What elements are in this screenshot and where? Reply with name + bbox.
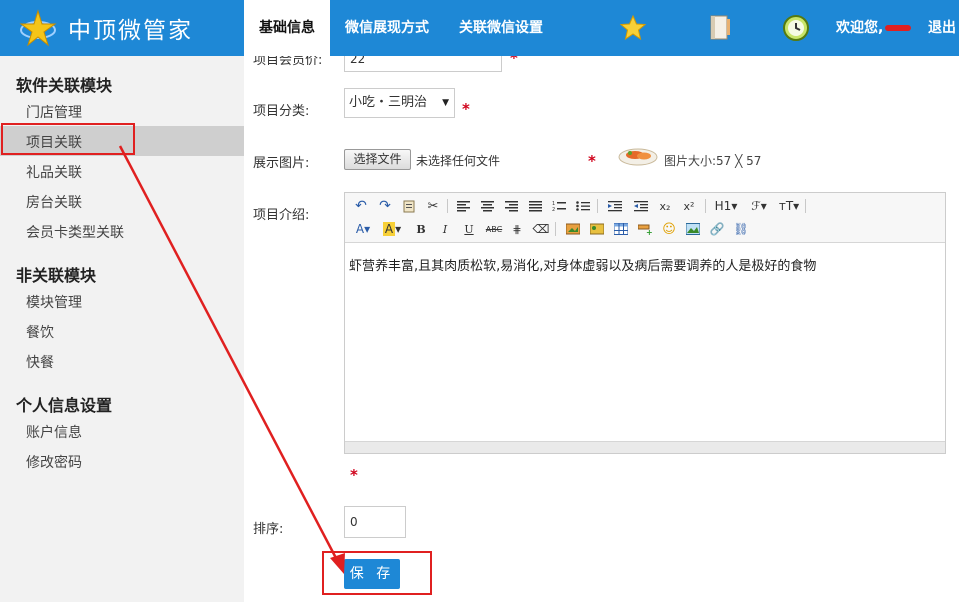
annotation-arrow [118, 145, 345, 574]
